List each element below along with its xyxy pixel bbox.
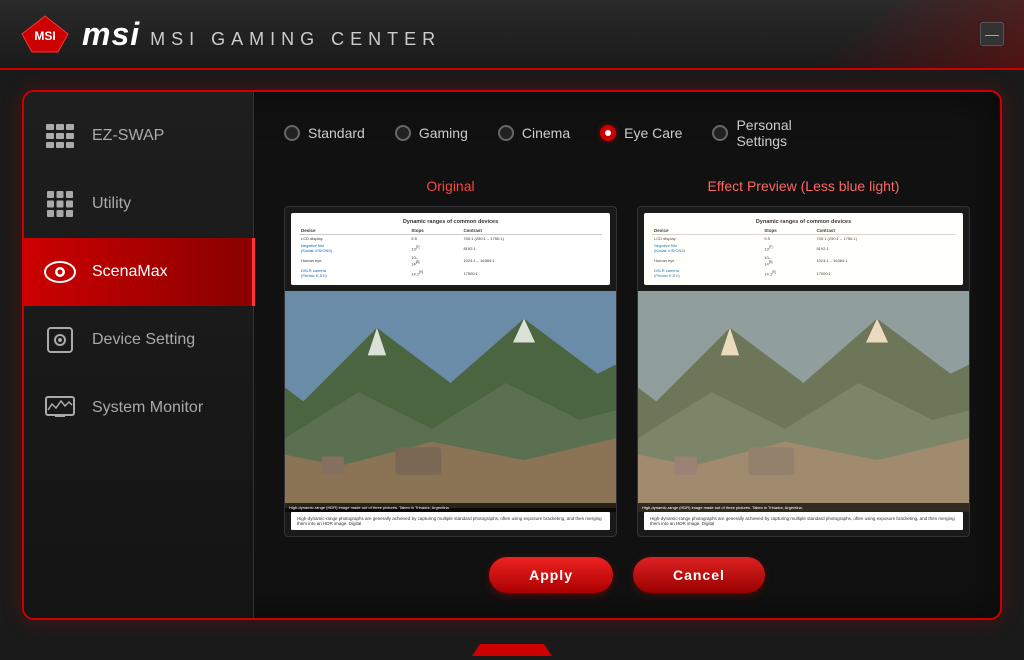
apply-button[interactable]: Apply	[489, 557, 613, 593]
mode-standard-label: Standard	[308, 125, 365, 141]
svg-text:MSI: MSI	[34, 29, 55, 43]
mode-cinema-label: Cinema	[522, 125, 570, 141]
sidebar-item-scenamax-label: ScenaMax	[92, 263, 168, 281]
minimize-button[interactable]: —	[980, 22, 1004, 46]
sidebar: EZ-SWAP Utility	[24, 92, 254, 618]
sidebar-item-ezswap[interactable]: EZ-SWAP	[24, 102, 253, 170]
effect-doc-text: High-dynamic-range photographs are gener…	[644, 512, 963, 530]
logo-text: msi MSI GAMING CENTER	[82, 16, 441, 53]
radio-cinema[interactable]	[498, 125, 514, 141]
device-setting-icon	[44, 324, 76, 356]
effect-doc: Dynamic ranges of common devices DeviceS…	[644, 213, 963, 285]
radio-eye-care[interactable]	[600, 125, 616, 141]
sidebar-item-system-monitor-label: System Monitor	[92, 399, 203, 417]
sidebar-item-utility[interactable]: Utility	[24, 170, 253, 238]
original-doc-text: High-dynamic-range photographs are gener…	[291, 512, 610, 530]
mode-gaming[interactable]: Gaming	[395, 125, 468, 141]
utility-icon	[44, 188, 76, 220]
mode-eye-care-label: Eye Care	[624, 125, 682, 141]
doc-title-original: Dynamic ranges of common devices	[299, 219, 602, 225]
radio-standard[interactable]	[284, 125, 300, 141]
gaming-center-text: MSI GAMING CENTER	[150, 29, 441, 50]
mode-eye-care[interactable]: Eye Care	[600, 125, 682, 141]
photo-caption-original: High-dynamic-range (HDR) image made out …	[285, 503, 616, 512]
mode-personal[interactable]: Personal Settings	[712, 117, 791, 149]
mode-standard[interactable]: Standard	[284, 125, 365, 141]
original-image-container: Dynamic ranges of common devices DeviceS…	[284, 206, 617, 537]
radio-personal[interactable]	[712, 125, 728, 141]
logo-area: MSI msi MSI GAMING CENTER	[20, 14, 441, 54]
ezswap-icon	[44, 120, 76, 152]
sidebar-item-ezswap-label: EZ-SWAP	[92, 127, 164, 145]
bottom-notch	[0, 640, 1024, 660]
mode-personal-label: Personal Settings	[736, 117, 791, 149]
mode-cinema[interactable]: Cinema	[498, 125, 570, 141]
sidebar-item-utility-label: Utility	[92, 195, 131, 213]
doc-title-effect: Dynamic ranges of common devices	[652, 219, 955, 225]
preview-area: Original Dynamic ranges of common device…	[284, 174, 970, 537]
notch-decoration	[472, 644, 552, 656]
mode-selector: Standard Gaming Cinema Eye Care Personal…	[284, 117, 970, 149]
sidebar-item-system-monitor[interactable]: System Monitor	[24, 374, 253, 442]
mode-gaming-label: Gaming	[419, 125, 468, 141]
content-area: Standard Gaming Cinema Eye Care Personal…	[254, 92, 1000, 618]
sidebar-item-device-setting-label: Device Setting	[92, 331, 195, 349]
msi-dragon-logo: MSI	[20, 14, 70, 54]
original-photo: High-dynamic-range (HDR) image made out …	[285, 291, 616, 512]
cancel-button[interactable]: Cancel	[633, 557, 765, 593]
scenamax-icon	[44, 256, 76, 288]
photo-caption-effect: High-dynamic-range (HDR) image made out …	[638, 503, 969, 512]
doc-table-effect: DeviceStopsContrast LCD display9.5700:1 …	[652, 227, 955, 279]
effect-title: Effect Preview (Less blue light)	[637, 174, 970, 198]
sidebar-item-scenamax[interactable]: ScenaMax	[24, 238, 253, 306]
button-area: Apply Cancel	[284, 537, 970, 593]
effect-photo: High-dynamic-range (HDR) image made out …	[638, 291, 969, 512]
original-title: Original	[284, 174, 617, 198]
system-monitor-icon	[44, 392, 76, 424]
main-container: EZ-SWAP Utility	[22, 90, 1002, 620]
radio-gaming[interactable]	[395, 125, 411, 141]
original-doc: Dynamic ranges of common devices DeviceS…	[291, 213, 610, 285]
effect-image-container: Dynamic ranges of common devices DeviceS…	[637, 206, 970, 537]
msi-text: msi	[82, 16, 140, 53]
doc-table-original: DeviceStopsContrast LCD display9.5700:1 …	[299, 227, 602, 279]
app-header: MSI msi MSI GAMING CENTER —	[0, 0, 1024, 70]
effect-panel: Effect Preview (Less blue light) Dynamic…	[637, 174, 970, 537]
sidebar-item-device-setting[interactable]: Device Setting	[24, 306, 253, 374]
original-panel: Original Dynamic ranges of common device…	[284, 174, 617, 537]
